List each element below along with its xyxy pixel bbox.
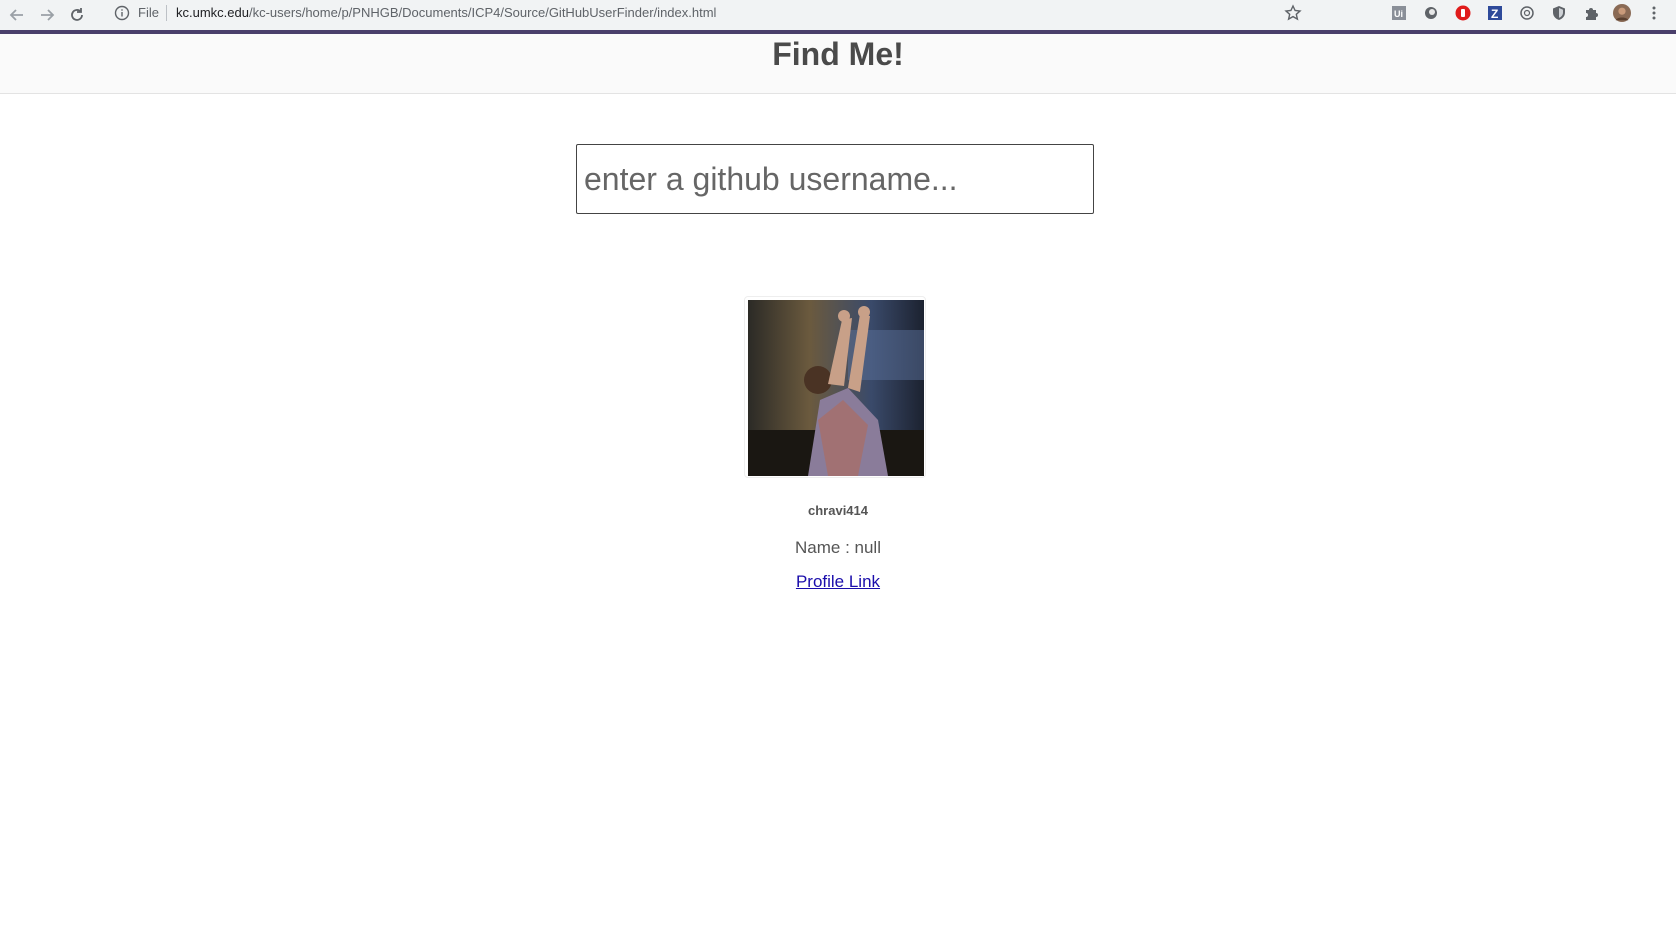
profile-link-wrapper: Profile Link — [0, 572, 1676, 592]
shield-extension-icon[interactable] — [1550, 4, 1568, 22]
browser-toolbar: File kc.umkc.edu/kc-users/home/p/PNHGB/D… — [0, 0, 1676, 31]
url-separator — [166, 5, 167, 21]
info-icon[interactable] — [114, 5, 130, 21]
bookmark-star-icon[interactable] — [1284, 4, 1302, 22]
page-header: Find Me! — [0, 34, 1676, 94]
profile-link[interactable]: Profile Link — [796, 572, 880, 591]
puzzle-icon[interactable] — [1582, 4, 1600, 22]
ring-extension-icon[interactable] — [1518, 4, 1536, 22]
profile-avatar-icon[interactable] — [1613, 4, 1631, 22]
user-avatar — [748, 300, 924, 476]
url-path: /kc-users/home/p/PNHGB/Documents/ICP4/So… — [248, 5, 717, 20]
z-extension-icon[interactable]: Z — [1486, 4, 1504, 22]
stop-extension-icon[interactable] — [1454, 4, 1472, 22]
url-text[interactable]: kc.umkc.edu/kc-users/home/p/PNHGB/Docume… — [176, 5, 716, 20]
ui-extension-icon[interactable]: Ui — [1390, 4, 1408, 22]
reload-icon[interactable] — [66, 4, 88, 26]
url-scheme-label: File — [138, 5, 159, 20]
forward-arrow-icon[interactable] — [36, 4, 58, 26]
github-username: chravi414 — [808, 503, 868, 518]
url-host: kc.umkc.edu — [176, 5, 249, 20]
avatar-frame — [744, 296, 926, 478]
address-bar[interactable]: File kc.umkc.edu/kc-users/home/p/PNHGB/D… — [104, 1, 1374, 25]
svg-text:Ui: Ui — [1394, 9, 1403, 19]
back-arrow-icon[interactable] — [6, 4, 28, 26]
menu-dots-icon[interactable] — [1645, 4, 1663, 22]
github-username-input[interactable] — [576, 144, 1094, 214]
user-name-line: Name : null — [795, 538, 881, 557]
page-title: Find Me! — [772, 36, 904, 72]
circle-extension-icon[interactable] — [1422, 4, 1440, 22]
svg-text:Z: Z — [1491, 7, 1498, 21]
